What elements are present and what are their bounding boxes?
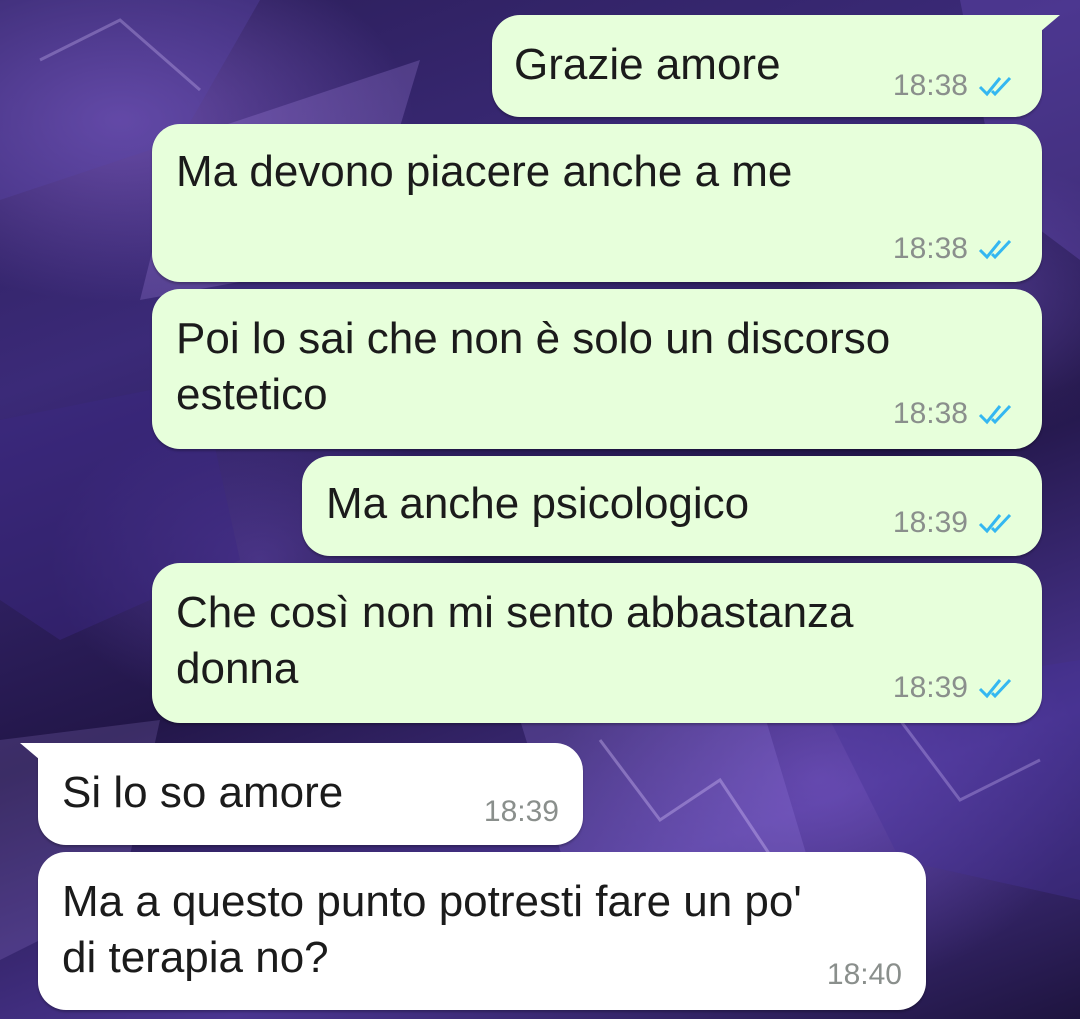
message-text: Ma anche psicologico	[326, 479, 750, 528]
message-time: 18:39	[892, 671, 968, 704]
message-text: Grazie amore	[514, 40, 781, 89]
message-meta: 18:38	[893, 232, 1018, 266]
message-meta: 18:39	[893, 506, 1018, 540]
message-bubble-outgoing[interactable]: Ma devono piacere anche a me 18:38	[152, 124, 1042, 282]
message-bubble-outgoing[interactable]: Grazie amore 18:38	[492, 15, 1060, 117]
message-bubble-incoming[interactable]: Ma a questo punto potresti fare un po' d…	[38, 852, 926, 1010]
message-time: 18:38	[892, 69, 968, 102]
bubble-tail	[1034, 15, 1060, 37]
message-time: 18:38	[892, 397, 968, 430]
read-receipt-icon	[978, 237, 1018, 261]
bubble-tail	[20, 743, 46, 765]
message-text: Ma devono piacere anche a me	[176, 147, 793, 196]
message-meta: 18:38	[893, 397, 1018, 431]
message-text: Che così non mi sento abbastanza donna	[176, 588, 854, 693]
read-receipt-icon	[978, 402, 1018, 426]
message-text: Poi lo sai che non è solo un discorso es…	[176, 314, 891, 419]
message-time: 18:38	[892, 232, 968, 265]
message-time: 18:39	[483, 795, 559, 828]
message-time: 18:40	[826, 958, 902, 991]
read-receipt-icon	[978, 676, 1018, 700]
message-time: 18:39	[892, 506, 968, 539]
message-meta: 18:39	[893, 671, 1018, 705]
message-bubble-outgoing[interactable]: Poi lo sai che non è solo un discorso es…	[152, 289, 1042, 449]
read-receipt-icon	[978, 74, 1018, 98]
message-text: Ma a questo punto potresti fare un po' d…	[62, 877, 802, 982]
message-text: Si lo so amore	[62, 768, 344, 817]
read-receipt-icon	[978, 511, 1018, 535]
message-bubble-incoming[interactable]: Si lo so amore 18:39	[20, 743, 583, 845]
message-meta: 18:38	[893, 69, 1018, 103]
message-bubble-outgoing[interactable]: Ma anche psicologico 18:39	[302, 456, 1042, 556]
message-meta: 18:39	[484, 795, 559, 829]
message-bubble-outgoing[interactable]: Che così non mi sento abbastanza donna 1…	[152, 563, 1042, 723]
message-meta: 18:40	[827, 958, 902, 992]
